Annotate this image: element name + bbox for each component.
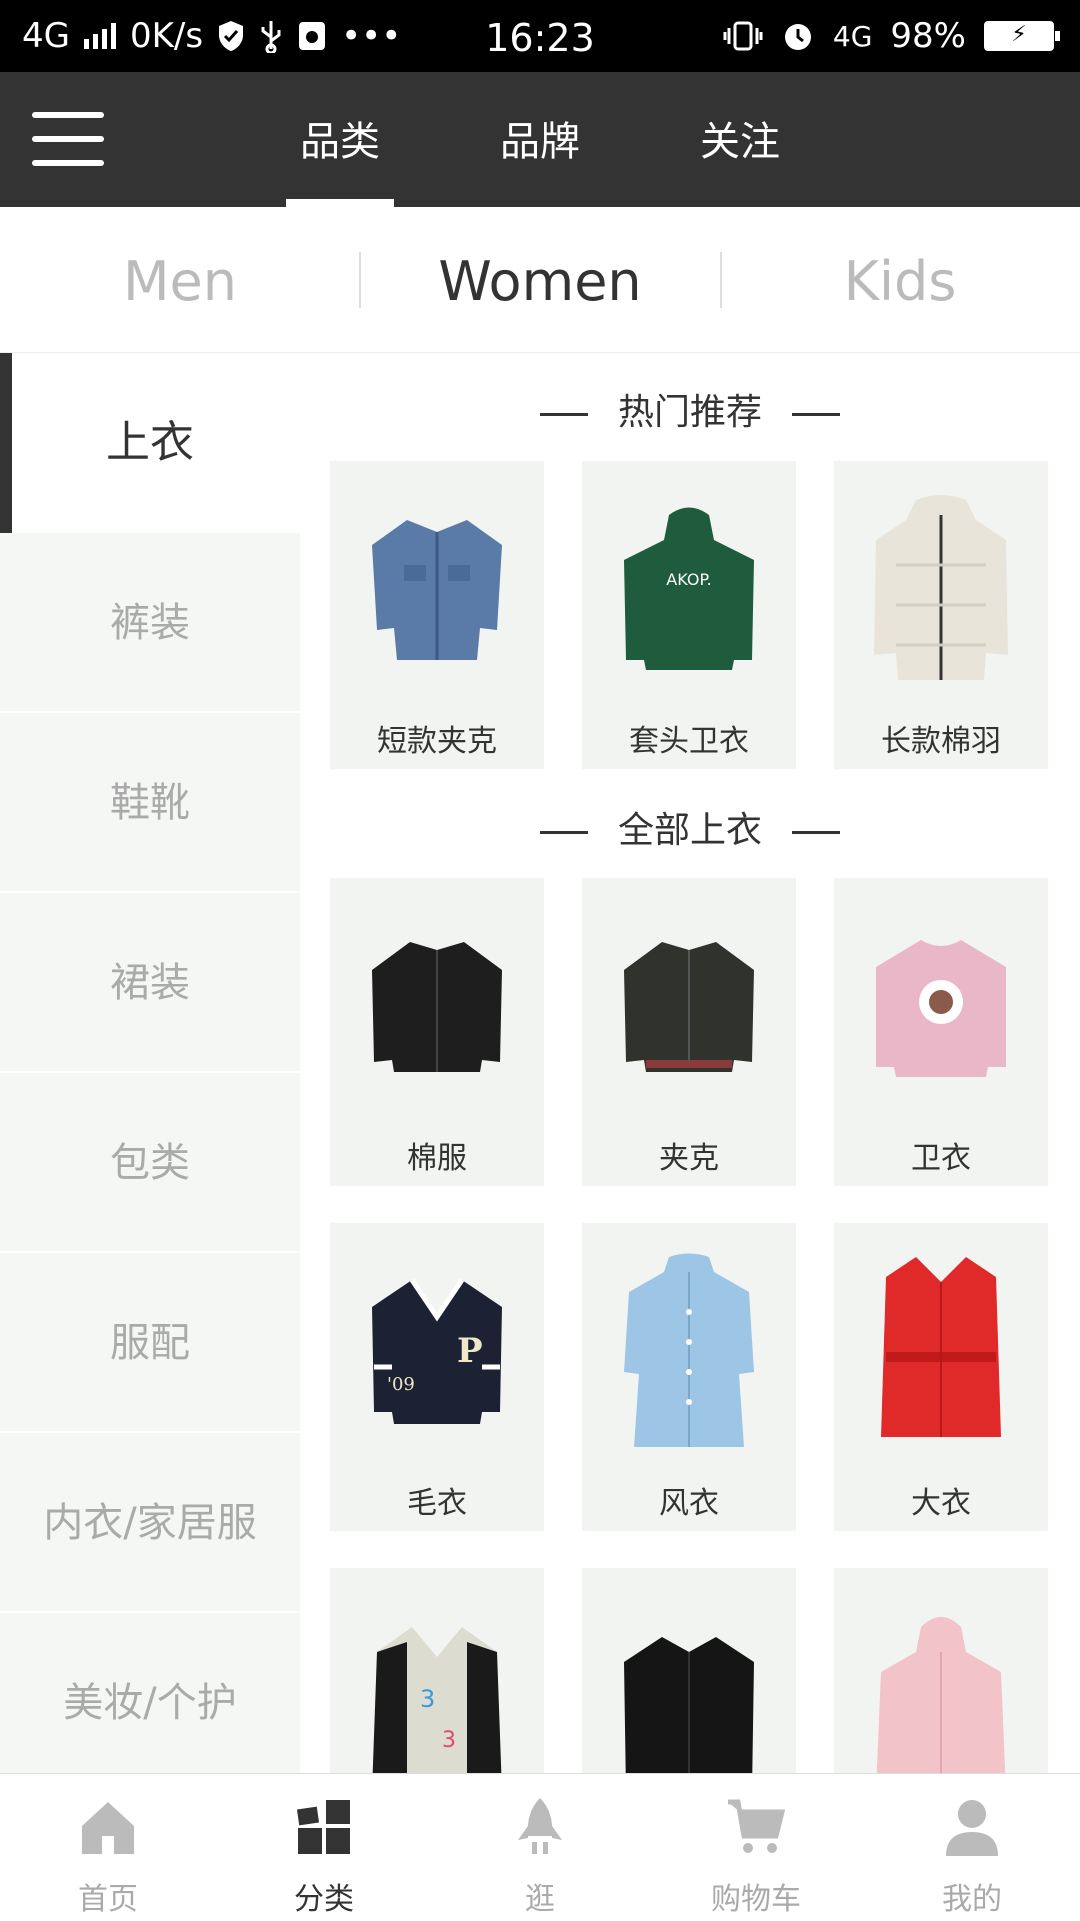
battery-label: 98% <box>890 16 966 56</box>
sidebar-item-accessories[interactable]: 服配 <box>0 1253 300 1433</box>
alarm-icon <box>784 24 811 50</box>
product-card-sweater[interactable]: P '09 毛衣 <box>330 1223 544 1531</box>
white-puffer-coat-image <box>854 485 1028 695</box>
cart-icon <box>728 1799 786 1853</box>
product-card-anorak[interactable] <box>834 1568 1048 1773</box>
product-card-label: 大衣 <box>911 1486 971 1521</box>
nav-category[interactable]: 分类 <box>216 1774 432 1921</box>
svg-text:P: P <box>457 1331 483 1371</box>
section-title-hot: 热门推荐 <box>300 383 1080 435</box>
product-card-sweatshirt[interactable]: 卫衣 <box>834 878 1048 1186</box>
product-card-label: 套头卫衣 <box>629 724 749 759</box>
product-card-label: 卫衣 <box>911 1141 971 1176</box>
nav-label: 首页 <box>78 1882 138 1917</box>
product-card-overcoat[interactable]: 大衣 <box>834 1223 1048 1531</box>
svg-text:3: 3 <box>420 1685 435 1713</box>
category-sidebar: 上衣 裤装 鞋靴 裙装 包类 服配 内衣/家居服 美妆/个护 <box>0 353 300 1773</box>
gender-tab-kids[interactable]: Kids <box>720 207 1080 353</box>
black-leather-jacket-image <box>602 1592 776 1773</box>
product-card-label: 棉服 <box>407 1141 467 1176</box>
sidebar-item-skirts[interactable]: 裙装 <box>0 893 300 1073</box>
product-card-label: 毛衣 <box>407 1486 467 1521</box>
product-card-label: 风衣 <box>659 1486 719 1521</box>
product-card-jacket[interactable]: 夹克 <box>582 878 796 1186</box>
blue-trench-coat-image <box>602 1247 776 1457</box>
nav-cart[interactable]: 购物车 <box>648 1774 864 1921</box>
svg-text:'09: '09 <box>387 1374 415 1395</box>
nav-label: 分类 <box>294 1882 354 1917</box>
gender-tab-men[interactable]: Men <box>0 207 360 353</box>
top-navigation-bar: 品类 品牌 关注 <box>0 72 1080 207</box>
nav-label: 我的 <box>942 1882 1002 1917</box>
pink-anorak-image <box>854 1592 1028 1773</box>
gender-tab-women[interactable]: Women <box>360 207 720 353</box>
tab-follow[interactable]: 关注 <box>670 72 810 207</box>
svg-text:3: 3 <box>442 1728 456 1753</box>
network-right-label: 4G <box>832 19 873 53</box>
black-bomber-image <box>350 902 524 1112</box>
leather-bomber-image <box>602 902 776 1112</box>
product-card-label: 夹克 <box>659 1141 719 1176</box>
tab-brand[interactable]: 品牌 <box>470 72 610 207</box>
pink-sweatshirt-image <box>854 902 1028 1112</box>
red-coat-image <box>854 1247 1028 1457</box>
section-title-all: 全部上衣 <box>300 801 1080 853</box>
home-icon <box>82 1802 134 1854</box>
bottom-navigation: 首页 分类 逛 购物车 我的 <box>0 1773 1080 1920</box>
denim-jacket-image <box>350 485 524 695</box>
menu-icon[interactable] <box>32 112 104 168</box>
category-icon <box>296 1800 350 1854</box>
nav-home[interactable]: 首页 <box>0 1774 216 1921</box>
nav-profile[interactable]: 我的 <box>864 1774 1080 1921</box>
green-hoodie-image: AKOP. <box>602 485 776 695</box>
nav-label: 购物车 <box>711 1882 801 1917</box>
rocket-icon <box>518 1798 562 1854</box>
sidebar-item-beauty[interactable]: 美妆/个护 <box>0 1613 300 1773</box>
nav-label: 逛 <box>525 1882 555 1917</box>
sidebar-item-bags[interactable]: 包类 <box>0 1073 300 1253</box>
nav-browse[interactable]: 逛 <box>432 1774 648 1921</box>
varsity-sweater-image: P '09 <box>350 1247 524 1457</box>
product-card-short-jacket[interactable]: 短款夹克 <box>330 461 544 769</box>
product-card-label: 长款棉羽 <box>881 724 1001 759</box>
sidebar-item-underwear[interactable]: 内衣/家居服 <box>0 1433 300 1613</box>
svg-text:AKOP.: AKOP. <box>666 570 711 589</box>
category-content: 热门推荐 短款夹克 AKOP. 套头卫衣 长款棉羽 全部上衣 棉服 夹克 卫衣 … <box>300 353 1080 1773</box>
profile-icon <box>946 1800 998 1856</box>
gender-tabs: Men Women Kids <box>0 207 1080 353</box>
patterned-cardigan-image: 33 <box>350 1592 524 1773</box>
tab-category[interactable]: 品类 <box>270 72 410 207</box>
product-card-cardigan[interactable]: 33 <box>330 1568 544 1773</box>
product-card-leather-jacket[interactable] <box>582 1568 796 1773</box>
product-card-label: 短款夹克 <box>377 724 497 759</box>
vibrate-icon <box>723 21 763 51</box>
product-card-trench-coat[interactable]: 风衣 <box>582 1223 796 1531</box>
sidebar-item-shoes[interactable]: 鞋靴 <box>0 713 300 893</box>
status-bar: 4G 0K/s ••• 16:23 4G 98% ⚡ <box>0 0 1080 72</box>
product-card-cotton-coat[interactable]: 棉服 <box>330 878 544 1186</box>
sidebar-item-pants[interactable]: 裤装 <box>0 533 300 713</box>
product-card-pullover-hoodie[interactable]: AKOP. 套头卫衣 <box>582 461 796 769</box>
product-card-long-down-coat[interactable]: 长款棉羽 <box>834 461 1048 769</box>
sidebar-item-tops[interactable]: 上衣 <box>0 353 300 533</box>
battery-icon: ⚡ <box>984 21 1060 51</box>
